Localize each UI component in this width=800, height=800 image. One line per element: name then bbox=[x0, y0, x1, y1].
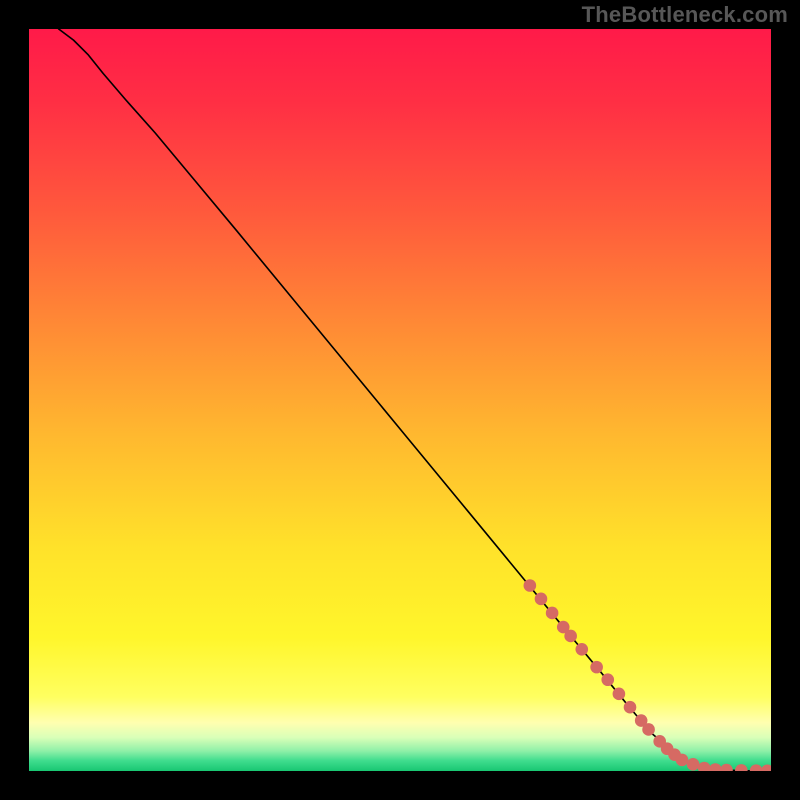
plot-background bbox=[29, 29, 771, 771]
watermark-text: TheBottleneck.com bbox=[582, 2, 788, 28]
chart-root: TheBottleneck.com bbox=[0, 0, 800, 800]
